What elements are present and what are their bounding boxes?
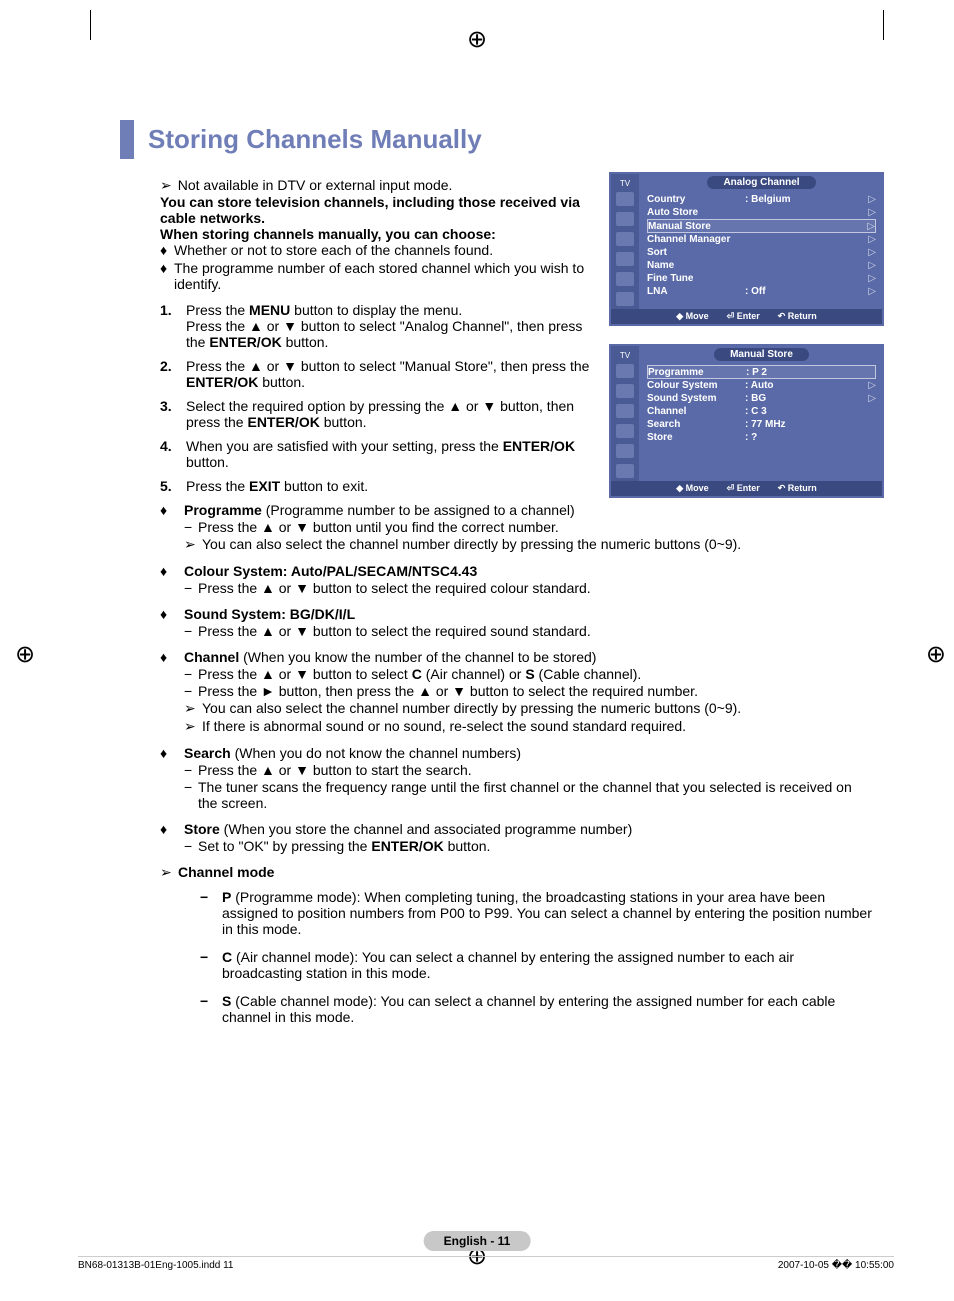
osd-menu-row: Sound System: BG▷ bbox=[647, 392, 876, 405]
intro-note: Not available in DTV or external input m… bbox=[178, 177, 453, 194]
step-item: 4.When you are satisfied with your setti… bbox=[160, 438, 590, 470]
osd-enter-hint: ⏎ Enter bbox=[727, 483, 760, 494]
osd-icon bbox=[616, 272, 634, 286]
crop-mark bbox=[878, 10, 884, 40]
osd-sidebar: TV bbox=[611, 174, 639, 309]
registration-mark-right: ⊕ bbox=[926, 640, 946, 669]
content-body: TV Analog Channel Country: Belgium▷Auto … bbox=[160, 177, 874, 1025]
osd-footer: ◆ Move ⏎ Enter ↶ Return bbox=[611, 309, 882, 324]
osd-icon bbox=[616, 232, 634, 246]
channel-mode-item: −C (Air channel mode): You can select a … bbox=[200, 949, 874, 981]
osd-sidebar: TV bbox=[611, 346, 639, 481]
channel-mode-heading: Channel mode bbox=[178, 864, 274, 881]
channel-mode-item: −P (Programme mode): When completing tun… bbox=[200, 889, 874, 937]
osd-menu-row: Channel: C 3 bbox=[647, 405, 876, 418]
osd-icon bbox=[616, 364, 634, 378]
osd-icon bbox=[616, 444, 634, 458]
channel-mode-block: ➢Channel mode −P (Programme mode): When … bbox=[160, 864, 874, 1025]
footer-filename: BN68-01313B-01Eng-1005.indd 11 bbox=[78, 1260, 234, 1271]
crop-mark bbox=[90, 10, 96, 40]
osd-icon bbox=[616, 292, 634, 306]
osd-menu-row: Sort▷ bbox=[647, 246, 876, 259]
page-number-badge: English - 11 bbox=[424, 1231, 531, 1251]
osd-icon bbox=[616, 252, 634, 266]
osd-main: Analog Channel Country: Belgium▷Auto Sto… bbox=[639, 174, 882, 309]
heading-accent-bar bbox=[120, 120, 134, 159]
osd-menu-row: Store: ? bbox=[647, 431, 876, 444]
osd-return-hint: ↶ Return bbox=[778, 483, 817, 494]
osd-enter-hint: ⏎ Enter bbox=[727, 311, 760, 322]
osd-title: Analog Channel bbox=[707, 176, 815, 189]
intro-bullet: ♦The programme number of each stored cha… bbox=[160, 260, 590, 292]
intro-bullet: ♦Whether or not to store each of the cha… bbox=[160, 242, 590, 258]
osd-icon bbox=[616, 212, 634, 226]
manual-page: ⊕ ⊕ ⊕ ⊕ Storing Channels Manually TV bbox=[0, 0, 954, 1301]
osd-menu-row: Country: Belgium▷ bbox=[647, 193, 876, 206]
registration-mark-top: ⊕ bbox=[467, 25, 487, 54]
note-icon: ➢ bbox=[160, 864, 178, 881]
option-item: ♦Store (When you store the channel and a… bbox=[160, 821, 874, 854]
osd-icon bbox=[616, 192, 634, 206]
step-item: 1.Press the MENU button to display the m… bbox=[160, 302, 590, 350]
osd-menu-row: Fine Tune▷ bbox=[647, 272, 876, 285]
channel-mode-item: −S (Cable channel mode): You can select … bbox=[200, 993, 874, 1025]
osd-move-hint: ◆ Move bbox=[676, 483, 708, 494]
osd-return-hint: ↶ Return bbox=[778, 311, 817, 322]
osd-tv-label: TV bbox=[620, 178, 630, 189]
footer-timestamp: 2007-10-05 �� 10:55:00 bbox=[778, 1260, 894, 1271]
osd-manual-store: TV Manual Store Programme: P 2Colour Sys… bbox=[609, 344, 884, 498]
osd-icon bbox=[616, 424, 634, 438]
note-icon: ➢ bbox=[160, 177, 172, 194]
osd-move-hint: ◆ Move bbox=[676, 311, 708, 322]
option-item: ♦Colour System: Auto/PAL/SECAM/NTSC4.43−… bbox=[160, 563, 874, 596]
osd-menu-row: Channel Manager▷ bbox=[647, 233, 876, 246]
osd-menu-row: Search: 77 MHz bbox=[647, 418, 876, 431]
step-item: 2.Press the ▲ or ▼ button to select "Man… bbox=[160, 358, 590, 390]
osd-icon bbox=[616, 404, 634, 418]
osd-menu-row: Auto Store▷ bbox=[647, 206, 876, 219]
intro-bold-2: When storing channels manually, you can … bbox=[160, 226, 590, 242]
osd-main: Manual Store Programme: P 2Colour System… bbox=[639, 346, 882, 481]
option-list: ♦Programme (Programme number to be assig… bbox=[160, 502, 874, 854]
numbered-steps: 1.Press the MENU button to display the m… bbox=[160, 302, 590, 494]
osd-menu-row: Name▷ bbox=[647, 259, 876, 272]
section-heading: Storing Channels Manually bbox=[120, 120, 874, 159]
option-item: ♦Channel (When you know the number of th… bbox=[160, 649, 874, 735]
option-item: ♦Sound System: BG/DK/I/L−Press the ▲ or … bbox=[160, 606, 874, 639]
registration-mark-left: ⊕ bbox=[15, 640, 35, 669]
print-footer: BN68-01313B-01Eng-1005.indd 11 2007-10-0… bbox=[78, 1256, 894, 1271]
osd-menu-row: Programme: P 2 bbox=[647, 365, 876, 379]
osd-tv-label: TV bbox=[620, 350, 630, 361]
intro-block: ➢ Not available in DTV or external input … bbox=[160, 177, 590, 292]
osd-icon bbox=[616, 464, 634, 478]
osd-menu-row: Colour System: Auto▷ bbox=[647, 379, 876, 392]
option-item: ♦Search (When you do not know the channe… bbox=[160, 745, 874, 811]
osd-title: Manual Store bbox=[714, 348, 809, 361]
osd-menu-row: LNA: Off▷ bbox=[647, 285, 876, 298]
heading-text: Storing Channels Manually bbox=[148, 120, 482, 159]
step-item: 3.Select the required option by pressing… bbox=[160, 398, 590, 430]
osd-analog-channel: TV Analog Channel Country: Belgium▷Auto … bbox=[609, 172, 884, 326]
step-item: 5.Press the EXIT button to exit. bbox=[160, 478, 590, 494]
osd-icon bbox=[616, 384, 634, 398]
osd-menu-row: Manual Store▷ bbox=[647, 219, 876, 233]
osd-footer: ◆ Move ⏎ Enter ↶ Return bbox=[611, 481, 882, 496]
intro-bold-1: You can store television channels, inclu… bbox=[160, 194, 590, 226]
osd-screenshots: TV Analog Channel Country: Belgium▷Auto … bbox=[609, 172, 884, 516]
